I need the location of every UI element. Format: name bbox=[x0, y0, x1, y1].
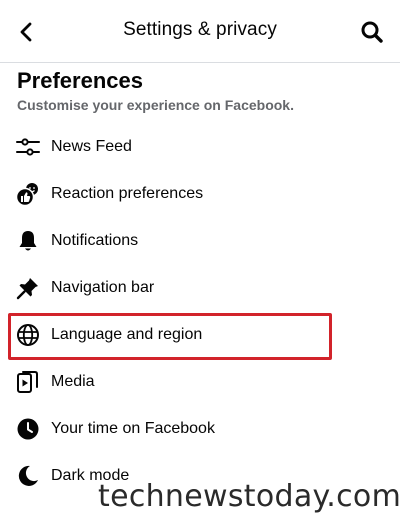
pin-icon bbox=[16, 276, 40, 300]
list-item-label: News Feed bbox=[51, 138, 132, 155]
list-item-label: Reaction preferences bbox=[51, 185, 204, 202]
list-item-label: Your time on Facebook bbox=[51, 420, 215, 437]
list-item-reaction-preferences[interactable]: Reaction preferences bbox=[0, 171, 400, 218]
search-button[interactable] bbox=[358, 18, 386, 46]
list-item-media[interactable]: Media bbox=[0, 359, 400, 406]
section-subtitle: Customise your experience on Facebook. bbox=[17, 97, 294, 113]
list-item-language-and-region[interactable]: Language and region bbox=[0, 312, 400, 359]
list-item-label: Navigation bar bbox=[51, 279, 155, 296]
list-item-label: Notifications bbox=[51, 232, 139, 249]
reactions-icon bbox=[16, 182, 40, 206]
bell-icon bbox=[16, 229, 40, 253]
clock-icon bbox=[16, 417, 40, 441]
section-title: Preferences bbox=[17, 68, 143, 93]
list-item-label: Language and region bbox=[51, 326, 203, 343]
list-item-your-time-on-facebook[interactable]: Your time on Facebook bbox=[0, 406, 400, 453]
list-item-news-feed[interactable]: News Feed bbox=[0, 124, 400, 171]
media-icon bbox=[16, 370, 40, 394]
list-item-label: Media bbox=[51, 373, 95, 390]
search-icon bbox=[361, 21, 383, 43]
list-item-notifications[interactable]: Notifications bbox=[0, 218, 400, 265]
moon-icon bbox=[16, 464, 40, 488]
page-title: Settings & privacy bbox=[123, 19, 277, 40]
globe-icon bbox=[16, 323, 40, 347]
header: Settings & privacy bbox=[0, 0, 400, 62]
header-divider bbox=[0, 62, 400, 63]
watermark: technewstoday.com bbox=[98, 479, 400, 514]
list-item-navigation-bar[interactable]: Navigation bar bbox=[0, 265, 400, 312]
sliders-icon bbox=[16, 135, 40, 159]
